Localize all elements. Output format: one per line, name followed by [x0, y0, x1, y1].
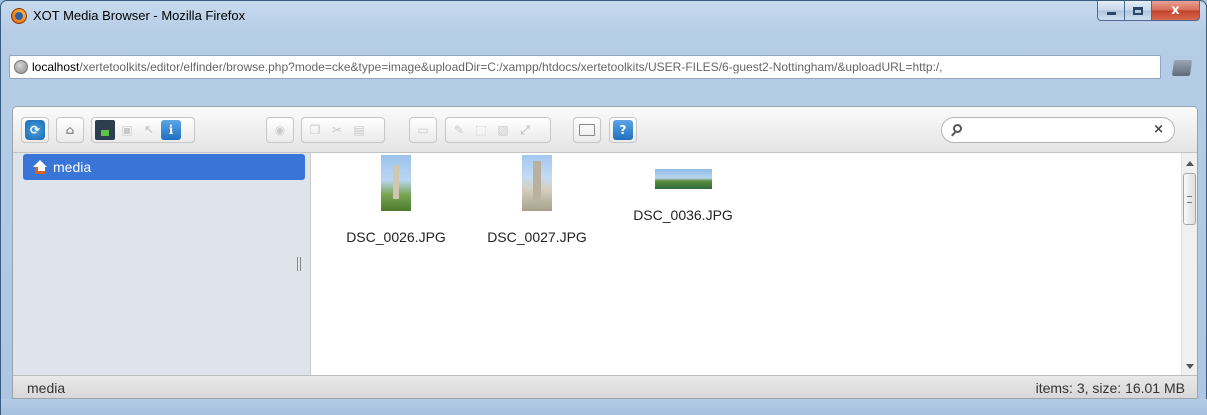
edit-button[interactable]: ✎ [449, 120, 469, 140]
tree-item-media[interactable]: media [23, 154, 305, 180]
cursor-icon: ↖ [143, 123, 155, 137]
info-icon: i [168, 123, 174, 137]
file-thumbnail [522, 155, 552, 211]
minimize-button[interactable] [1097, 1, 1125, 21]
paste-icon: ▤ [353, 123, 365, 137]
reload-button[interactable]: ⟳ [25, 120, 45, 140]
scroll-thumb[interactable] [1183, 173, 1196, 225]
folder-tree: media [13, 153, 311, 375]
upload-button[interactable] [95, 120, 115, 140]
cut-icon: ✂ [331, 123, 343, 137]
eye-icon: ◉ [274, 123, 286, 137]
toolbar-group-home: ⌂ [56, 117, 84, 143]
search-input[interactable] [970, 121, 1150, 139]
window-bottom-border [1, 399, 1207, 415]
cut-button[interactable]: ✂ [327, 120, 347, 140]
url-path: /xertetoolkits/editor/elfinder/browse.ph… [79, 60, 943, 74]
firefox-icon[interactable] [11, 8, 27, 24]
browser-window: XOT Media Browser - Mozilla Firefox x lo… [0, 0, 1207, 415]
save-button[interactable]: ▣ [117, 120, 137, 140]
site-identity-icon[interactable] [14, 60, 28, 74]
file-item[interactable]: DSC_0026.JPG [331, 153, 461, 253]
elfinder-panel: ⟳ ⌂ ▣ ↖ i ◉ ❐ ✂ ▤ ▭ ✎ ⬚ ▧ ⤢ ? × media DS… [12, 106, 1198, 399]
status-path: media [27, 380, 66, 396]
file-name: DSC_0026.JPG [346, 229, 446, 245]
page-style-icon[interactable] [1171, 60, 1193, 76]
info-button[interactable]: i [161, 120, 181, 140]
view-toggle-button[interactable] [577, 120, 597, 140]
clear-search-icon[interactable]: × [1153, 122, 1164, 137]
window-title: XOT Media Browser - Mozilla Firefox [33, 8, 246, 23]
resize-icon: ⤢ [520, 122, 530, 137]
resize-button[interactable]: ⤢ [515, 120, 535, 140]
help-icon: ? [619, 123, 627, 137]
home-icon: ⌂ [65, 123, 75, 137]
home-button[interactable]: ⌂ [60, 120, 80, 140]
scroll-down-arrow[interactable] [1186, 364, 1194, 369]
select-button[interactable]: ↖ [139, 120, 159, 140]
edit-icon: ✎ [453, 123, 465, 137]
toolbar-group-preview: ◉ [266, 117, 294, 143]
finder-toolbar: ⟳ ⌂ ▣ ↖ i ◉ ❐ ✂ ▤ ▭ ✎ ⬚ ▧ ⤢ ? × [13, 107, 1197, 153]
title-bar[interactable]: XOT Media Browser - Mozilla Firefox x [1, 1, 1206, 31]
toolbar-group-file: ▣ ↖ i [91, 117, 195, 143]
home-folder-icon [33, 160, 47, 174]
file-thumbnail [654, 169, 712, 189]
archive-icon: ▧ [497, 123, 509, 137]
toolbar-group-clipboard: ❐ ✂ ▤ [301, 117, 385, 143]
status-info: items: 3, size: 16.01 MB [1035, 380, 1185, 396]
save-icon: ▣ [121, 123, 133, 137]
toolbar-group-reload: ⟳ [21, 117, 49, 143]
preview-button[interactable]: ◉ [270, 120, 290, 140]
file-grid: DSC_0026.JPG DSC_0027.JPG DSC_0036.JPG [311, 153, 1183, 375]
copy-icon: ❐ [309, 123, 321, 137]
scroll-up-arrow[interactable] [1186, 161, 1194, 166]
help-button[interactable]: ? [613, 120, 633, 140]
file-name: DSC_0036.JPG [633, 207, 733, 223]
file-item[interactable]: DSC_0027.JPG [472, 153, 602, 253]
search-icon [953, 124, 962, 133]
file-thumbnail [381, 155, 411, 211]
close-button[interactable]: x [1152, 1, 1200, 21]
rename-icon: ▭ [417, 123, 429, 137]
search-box: × [941, 117, 1175, 143]
status-bar: media items: 3, size: 16.01 MB [13, 375, 1197, 398]
reload-icon: ⟳ [29, 123, 41, 137]
list-view-icon [579, 124, 595, 136]
maximize-icon [1133, 6, 1143, 15]
maximize-button[interactable] [1125, 1, 1152, 21]
paste-button[interactable]: ▤ [349, 120, 369, 140]
toolbar-group-help: ? [609, 117, 637, 143]
window-controls: x [1097, 1, 1200, 21]
url-host: localhost [32, 60, 80, 74]
file-item[interactable]: DSC_0036.JPG [618, 153, 748, 253]
crop-icon: ⬚ [475, 123, 487, 137]
tree-item-label: media [53, 159, 92, 175]
copy-button[interactable]: ❐ [305, 120, 325, 140]
archive-button[interactable]: ▧ [493, 120, 513, 140]
file-name: DSC_0027.JPG [487, 229, 587, 245]
close-icon: x [1171, 3, 1180, 18]
crop-button[interactable]: ⬚ [471, 120, 491, 140]
vertical-scrollbar[interactable] [1181, 153, 1197, 375]
address-bar[interactable]: localhost/xertetoolkits/editor/elfinder/… [9, 55, 1161, 79]
toolbar-group-edit: ✎ ⬚ ▧ ⤢ [445, 117, 551, 143]
minimize-icon [1106, 12, 1116, 15]
rename-button[interactable]: ▭ [413, 120, 433, 140]
sidebar-resize-handle[interactable] [297, 257, 301, 271]
toolbar-group-rename: ▭ [409, 117, 437, 143]
toolbar-group-view [573, 117, 601, 143]
